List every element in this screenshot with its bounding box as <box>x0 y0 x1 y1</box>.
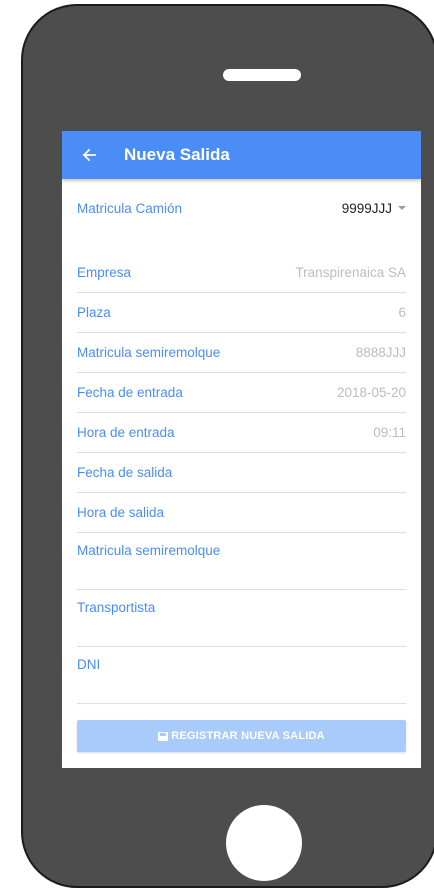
page-title: Nueva Salida <box>124 145 230 164</box>
entry-date-field[interactable]: Fecha de entrada 2018-05-20 <box>77 373 406 413</box>
slot-label: Plaza <box>77 305 111 320</box>
exit-date-field[interactable]: Fecha de salida <box>77 453 406 493</box>
company-field[interactable]: Empresa Transpirenaica SA <box>77 253 406 293</box>
exit-date-label: Fecha de salida <box>77 465 173 480</box>
dni-field[interactable]: DNI <box>77 647 406 704</box>
app-bar: Nueva Salida <box>62 131 421 179</box>
slot-value: 6 <box>398 305 406 320</box>
home-button[interactable] <box>226 805 302 881</box>
trailer-plate-field[interactable]: Matricula semiremolque 8888JJJ <box>77 333 406 373</box>
arrow-left-icon[interactable] <box>79 145 99 165</box>
truck-plate-select[interactable]: Matricula Camión 9999JJJ <box>77 179 406 253</box>
trailer-plate-label: Matricula semiremolque <box>77 345 221 360</box>
chevron-down-icon <box>398 206 406 210</box>
entry-date-value: 2018-05-20 <box>336 385 406 400</box>
entry-time-value: 09:11 <box>373 425 406 440</box>
entry-time-label: Hora de entrada <box>77 425 175 440</box>
truck-plate-label: Matricula Camión <box>77 200 183 216</box>
carrier-label: Transportista <box>77 600 156 615</box>
dni-label: DNI <box>77 657 101 672</box>
exit-time-field[interactable]: Hora de salida <box>77 493 406 533</box>
entry-date-label: Fecha de entrada <box>77 385 183 400</box>
app-screen: Nueva Salida Matricula Camión 9999JJJ Em… <box>62 131 421 768</box>
exit-trailer-plate-label: Matricula semiremolque <box>77 543 221 558</box>
entry-time-field[interactable]: Hora de entrada 09:11 <box>77 413 406 453</box>
exit-form: Matricula Camión 9999JJJ Empresa Transpi… <box>62 179 421 704</box>
truck-plate-selected: 9999JJJ <box>341 200 392 216</box>
company-value: Transpirenaica SA <box>295 265 406 280</box>
exit-time-label: Hora de salida <box>77 505 165 520</box>
register-exit-label: REGISTRAR NUEVA SALIDA <box>171 730 325 742</box>
trailer-plate-value: 8888JJJ <box>355 345 406 360</box>
truck-plate-value[interactable]: 9999JJJ <box>342 201 406 216</box>
carrier-field[interactable]: Transportista <box>77 590 406 647</box>
company-label: Empresa <box>77 265 132 280</box>
save-icon <box>158 731 169 741</box>
exit-trailer-plate-field[interactable]: Matricula semiremolque <box>77 533 406 590</box>
slot-field[interactable]: Plaza 6 <box>77 293 406 333</box>
register-exit-button[interactable]: REGISTRAR NUEVA SALIDA <box>77 720 406 752</box>
phone-speaker <box>223 69 301 81</box>
